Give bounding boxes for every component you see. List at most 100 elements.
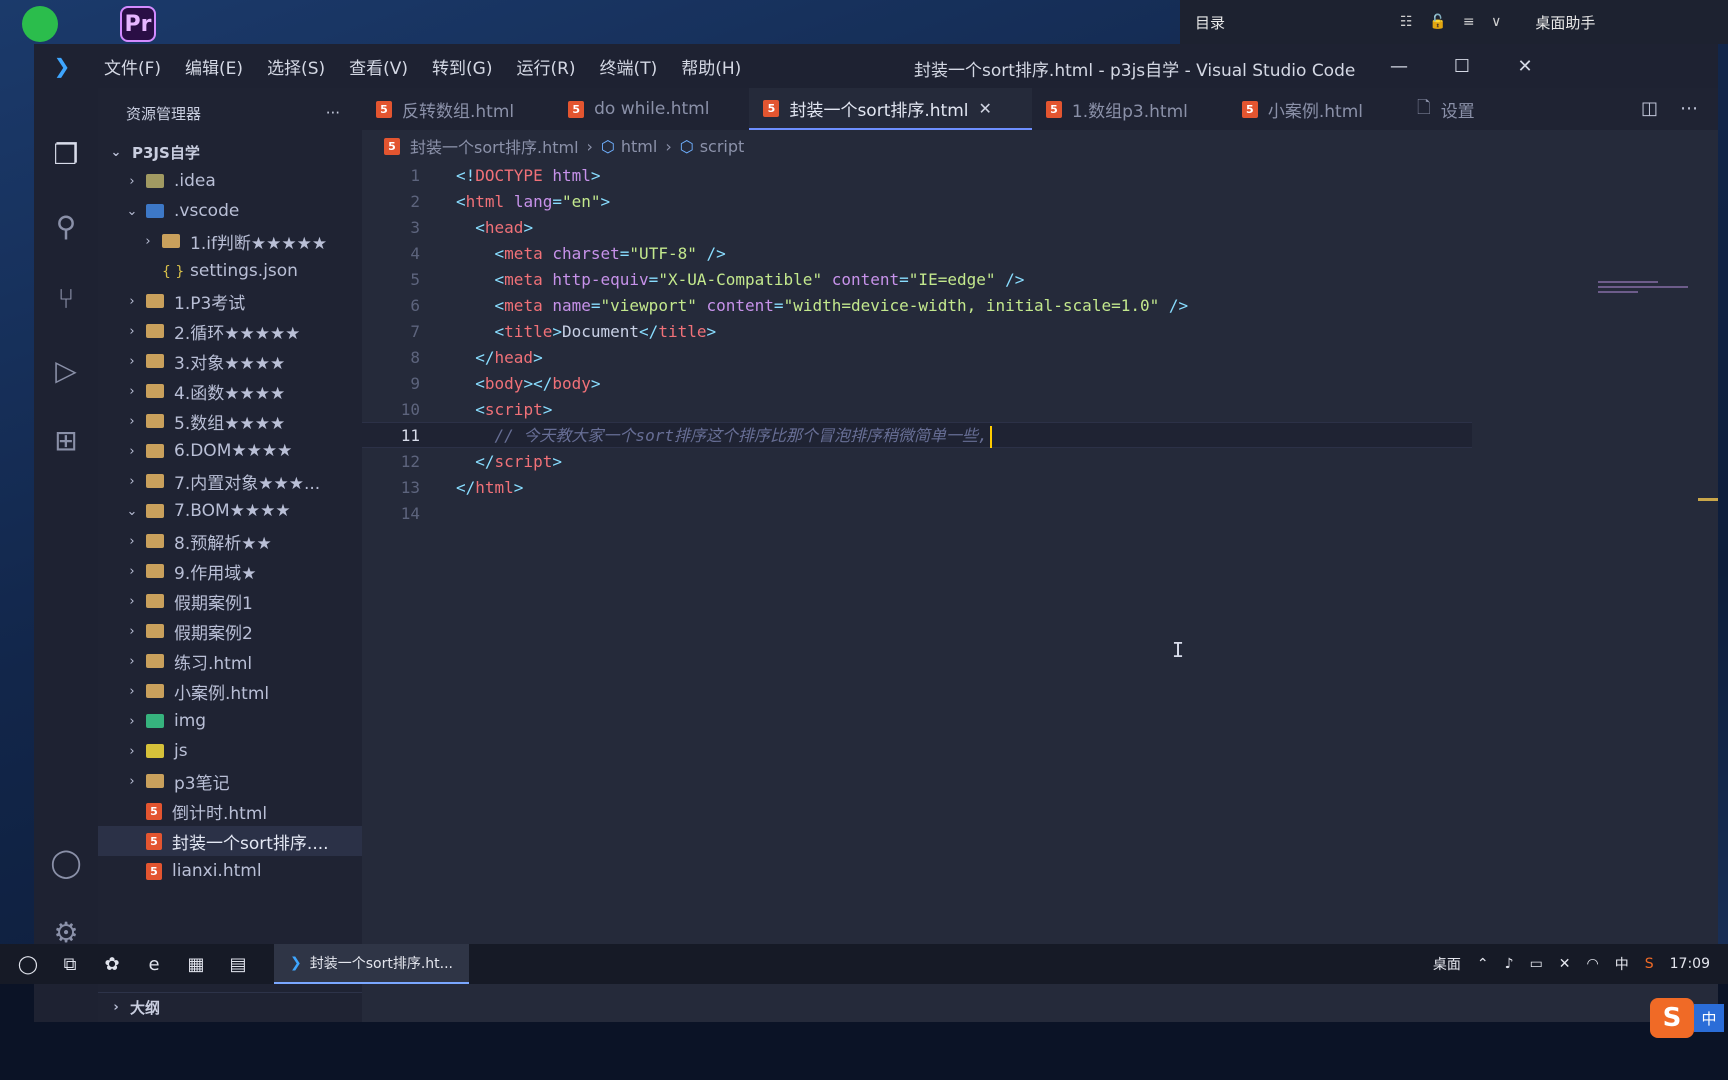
desktop-toolbar-label[interactable]: 桌面 (1433, 954, 1461, 974)
close-tab-icon[interactable]: ✕ (979, 99, 992, 118)
start-circle-icon[interactable]: ◯ (14, 950, 42, 978)
code-line[interactable]: 1 <!DOCTYPE html> (362, 162, 1718, 188)
code-line[interactable]: 7 <title>Document</title> (362, 318, 1718, 344)
tree-item[interactable]: › 5.数组★★★★ (98, 406, 362, 436)
breadcrumb-script[interactable]: script (700, 137, 745, 156)
app-pinned-icon[interactable]: ✿ (98, 950, 126, 978)
directory-label[interactable]: 目录 (1195, 12, 1225, 33)
split-editor-icon[interactable]: ◫ (1641, 98, 1658, 119)
code-line[interactable]: 9 <body></body> (362, 370, 1718, 396)
minimize-icon[interactable]: — (1384, 52, 1414, 80)
editor-tab[interactable]: 🗋 设置 (1403, 88, 1515, 130)
close-window-icon[interactable]: ✕ (1510, 52, 1540, 80)
breadcrumb-html[interactable]: html (621, 137, 657, 156)
tree-item[interactable]: › 1.if判断★★★★★ (98, 226, 362, 256)
code-line[interactable]: 13 </html> (362, 474, 1718, 500)
tree-item[interactable]: › 1.P3考试 (98, 286, 362, 316)
code-line[interactable]: 12 </script> (362, 448, 1718, 474)
tree-item[interactable]: ⌄ 7.BOM★★★★ (98, 496, 362, 526)
tree-item[interactable]: 5 lianxi.html (98, 856, 362, 886)
tree-item[interactable]: › 6.DOM★★★★ (98, 436, 362, 466)
extensions-icon[interactable]: ⊞ (48, 422, 84, 458)
source-control-icon[interactable]: ⑂ (48, 280, 84, 316)
sogou-tray-icon[interactable]: S (1645, 956, 1654, 972)
sogou-ime-logo-icon[interactable]: S (1650, 998, 1694, 1038)
tree-item[interactable]: › 4.函数★★★★ (98, 376, 362, 406)
tree-item[interactable]: › 小案例.html (98, 676, 362, 706)
menu-file[interactable]: 文件(F) (104, 54, 161, 79)
tree-item[interactable]: › 假期案例2 (98, 616, 362, 646)
tree-item[interactable]: 5 倒计时.html (98, 796, 362, 826)
premiere-desktop-icon[interactable]: Pr (120, 6, 156, 42)
search-icon[interactable]: ⚲ (48, 208, 84, 244)
maximize-icon[interactable]: ☐ (1447, 52, 1477, 80)
code-line[interactable]: 6 <meta name="viewport" content="width=d… (362, 292, 1718, 318)
menu-selection[interactable]: 选择(S) (267, 54, 325, 79)
menu-view[interactable]: 查看(V) (349, 54, 408, 79)
tree-item-label: 练习.html (174, 653, 253, 674)
volume-muted-icon[interactable]: ✕ (1559, 956, 1571, 972)
wifi-icon[interactable]: ◠ (1587, 956, 1599, 972)
code-line[interactable]: 2 <html lang="en"> (362, 188, 1718, 214)
tree-item[interactable]: 5 封装一个sort排序.... (98, 826, 362, 856)
minimap[interactable] (1598, 278, 1698, 308)
code-line[interactable]: 4 <meta charset="UTF-8" /> (362, 240, 1718, 266)
run-debug-icon[interactable]: ▷ (48, 352, 84, 388)
tree-item[interactable]: › .idea (98, 166, 362, 196)
line-number: 9 (410, 373, 420, 393)
code-editor[interactable]: 1 <!DOCTYPE html> 2 <html lang="en"> 3 <head… (362, 162, 1718, 1022)
outline-section[interactable]: › 大纲 (98, 992, 362, 1022)
editor-tab[interactable]: 5 小案例.html (1227, 88, 1404, 130)
tree-item[interactable]: › 8.预解析★★ (98, 526, 362, 556)
tree-item[interactable]: › js (98, 736, 362, 766)
sogou-ime-mode[interactable]: 中 (1694, 1004, 1724, 1032)
tree-item[interactable]: › 假期案例1 (98, 586, 362, 616)
tree-item[interactable]: › 2.循环★★★★★ (98, 316, 362, 346)
explorer-more-icon[interactable]: ··· (326, 104, 340, 122)
code-line[interactable]: 14 (362, 500, 1718, 526)
battery-icon[interactable]: ▭ (1530, 956, 1543, 972)
activity-bar: ❐ ⚲ ⑂ ▷ ⊞ ◯ ⚙ (34, 88, 98, 1022)
tree-item[interactable]: › p3笔记 (98, 766, 362, 796)
menu-edit[interactable]: 编辑(E) (185, 54, 243, 79)
tree-item[interactable]: › 练习.html (98, 646, 362, 676)
more-actions-icon[interactable]: ⋯ (1680, 98, 1698, 119)
wechat-desktop-icon[interactable] (22, 6, 58, 42)
ie-browser-icon[interactable]: e (140, 950, 168, 978)
menu-run[interactable]: 运行(R) (516, 54, 575, 79)
menu-terminal[interactable]: 终端(T) (600, 54, 658, 79)
editor-tab[interactable]: 5 1.数组p3.html (1031, 88, 1228, 130)
tree-item-label: 1.if判断★★★★★ (190, 233, 328, 254)
tree-item[interactable]: ⌄ .vscode (98, 196, 362, 226)
calculator-icon[interactable]: ▤ (224, 950, 252, 978)
ime-indicator[interactable]: 中 (1615, 954, 1629, 974)
code-line[interactable]: 11 // 今天教大家一个sort排序这个排序比那个冒泡排序稍微简单一些, (362, 422, 1472, 448)
task-view-icon[interactable]: ⧉ (56, 950, 84, 978)
account-icon[interactable]: ◯ (48, 844, 84, 880)
app-pinned-icon[interactable]: ▦ (182, 950, 210, 978)
code-line[interactable]: 8 </head> (362, 344, 1718, 370)
tree-item[interactable]: › 9.作用域★ (98, 556, 362, 586)
explorer-icon[interactable]: ❐ (48, 136, 84, 172)
workspace-root[interactable]: ⌄ P3JS自学 (98, 138, 362, 166)
code-line[interactable]: 10 <script> (362, 396, 1718, 422)
tree-item[interactable]: › 7.内置对象★★★... (98, 466, 362, 496)
tree-item[interactable]: › img (98, 706, 362, 736)
tray-expand-icon[interactable]: ⌃ (1477, 956, 1489, 972)
panel-tool-icons[interactable]: ☷ 🔓 ≡ ∨ (1400, 14, 1507, 30)
editor-tab[interactable]: 5 do while.html (554, 88, 750, 130)
clock[interactable]: 17:09 (1670, 956, 1710, 972)
menu-help[interactable]: 帮助(H) (681, 54, 741, 79)
breadcrumb-file[interactable]: 封装一个sort排序.html (410, 134, 579, 158)
taskbar-vscode-app[interactable]: ❯ 封装一个sort排序.ht... (274, 944, 470, 984)
microphone-icon[interactable]: ♪ (1505, 956, 1514, 972)
editor-tab[interactable]: 5 封装一个sort排序.html ✕ (749, 88, 1032, 130)
tree-item[interactable]: { } settings.json (98, 256, 362, 286)
desktop-helper-label[interactable]: 桌面助手 (1535, 12, 1595, 33)
code-line[interactable]: 5 <meta http-equiv="X-UA-Compatible" con… (362, 266, 1718, 292)
tree-item[interactable]: › 3.对象★★★★ (98, 346, 362, 376)
editor-tab[interactable]: 5 反转数组.html (362, 88, 555, 130)
code-line[interactable]: 3 <head> (362, 214, 1718, 240)
scrollbar-marker[interactable] (1698, 498, 1718, 501)
menu-go[interactable]: 转到(G) (432, 54, 492, 79)
